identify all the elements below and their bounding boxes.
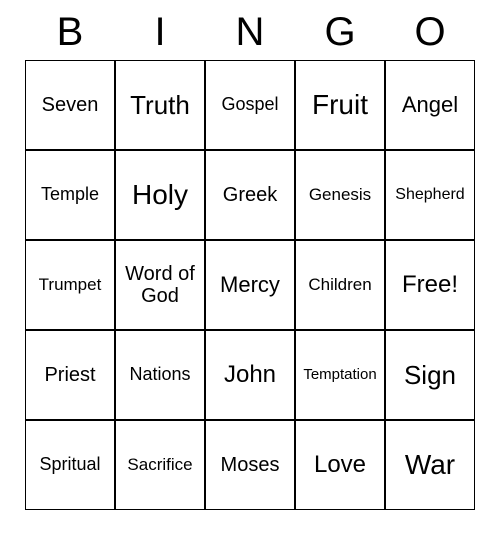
bingo-cell[interactable]: Angel bbox=[385, 60, 475, 150]
bingo-cell[interactable]: Free! bbox=[385, 240, 475, 330]
bingo-cell[interactable]: Nations bbox=[115, 330, 205, 420]
header-letter-o: O bbox=[385, 10, 475, 55]
header-letter-g: G bbox=[295, 10, 385, 55]
bingo-cell[interactable]: War bbox=[385, 420, 475, 510]
bingo-cell[interactable]: Genesis bbox=[295, 150, 385, 240]
bingo-cell[interactable]: Love bbox=[295, 420, 385, 510]
bingo-grid: SevenTruthGospelFruitAngel TempleHolyGree… bbox=[25, 60, 475, 510]
bingo-cell[interactable]: Sacrifice bbox=[115, 420, 205, 510]
bingo-cell[interactable]: Moses bbox=[205, 420, 295, 510]
header-letter-n: N bbox=[205, 10, 295, 55]
bingo-header: B I N G O bbox=[25, 10, 475, 55]
bingo-cell[interactable]: Greek bbox=[205, 150, 295, 240]
bingo-cell[interactable]: Temptation bbox=[295, 330, 385, 420]
bingo-cell[interactable]: Gospel bbox=[205, 60, 295, 150]
bingo-cell[interactable]: Priest bbox=[25, 330, 115, 420]
bingo-cell[interactable]: Seven bbox=[25, 60, 115, 150]
bingo-cell[interactable]: Mercy bbox=[205, 240, 295, 330]
bingo-cell[interactable]: Children bbox=[295, 240, 385, 330]
bingo-cell[interactable]: Spritual bbox=[25, 420, 115, 510]
bingo-cell[interactable]: Holy bbox=[115, 150, 205, 240]
header-letter-i: I bbox=[115, 10, 205, 55]
bingo-cell[interactable]: John bbox=[205, 330, 295, 420]
bingo-cell[interactable]: Temple bbox=[25, 150, 115, 240]
bingo-cell[interactable]: Sign bbox=[385, 330, 475, 420]
bingo-cell[interactable]: Truth bbox=[115, 60, 205, 150]
bingo-cell[interactable]: Fruit bbox=[295, 60, 385, 150]
bingo-cell[interactable]: Shepherd bbox=[385, 150, 475, 240]
bingo-cell[interactable]: Word of God bbox=[115, 240, 205, 330]
header-letter-b: B bbox=[25, 10, 115, 55]
bingo-cell[interactable]: Trumpet bbox=[25, 240, 115, 330]
